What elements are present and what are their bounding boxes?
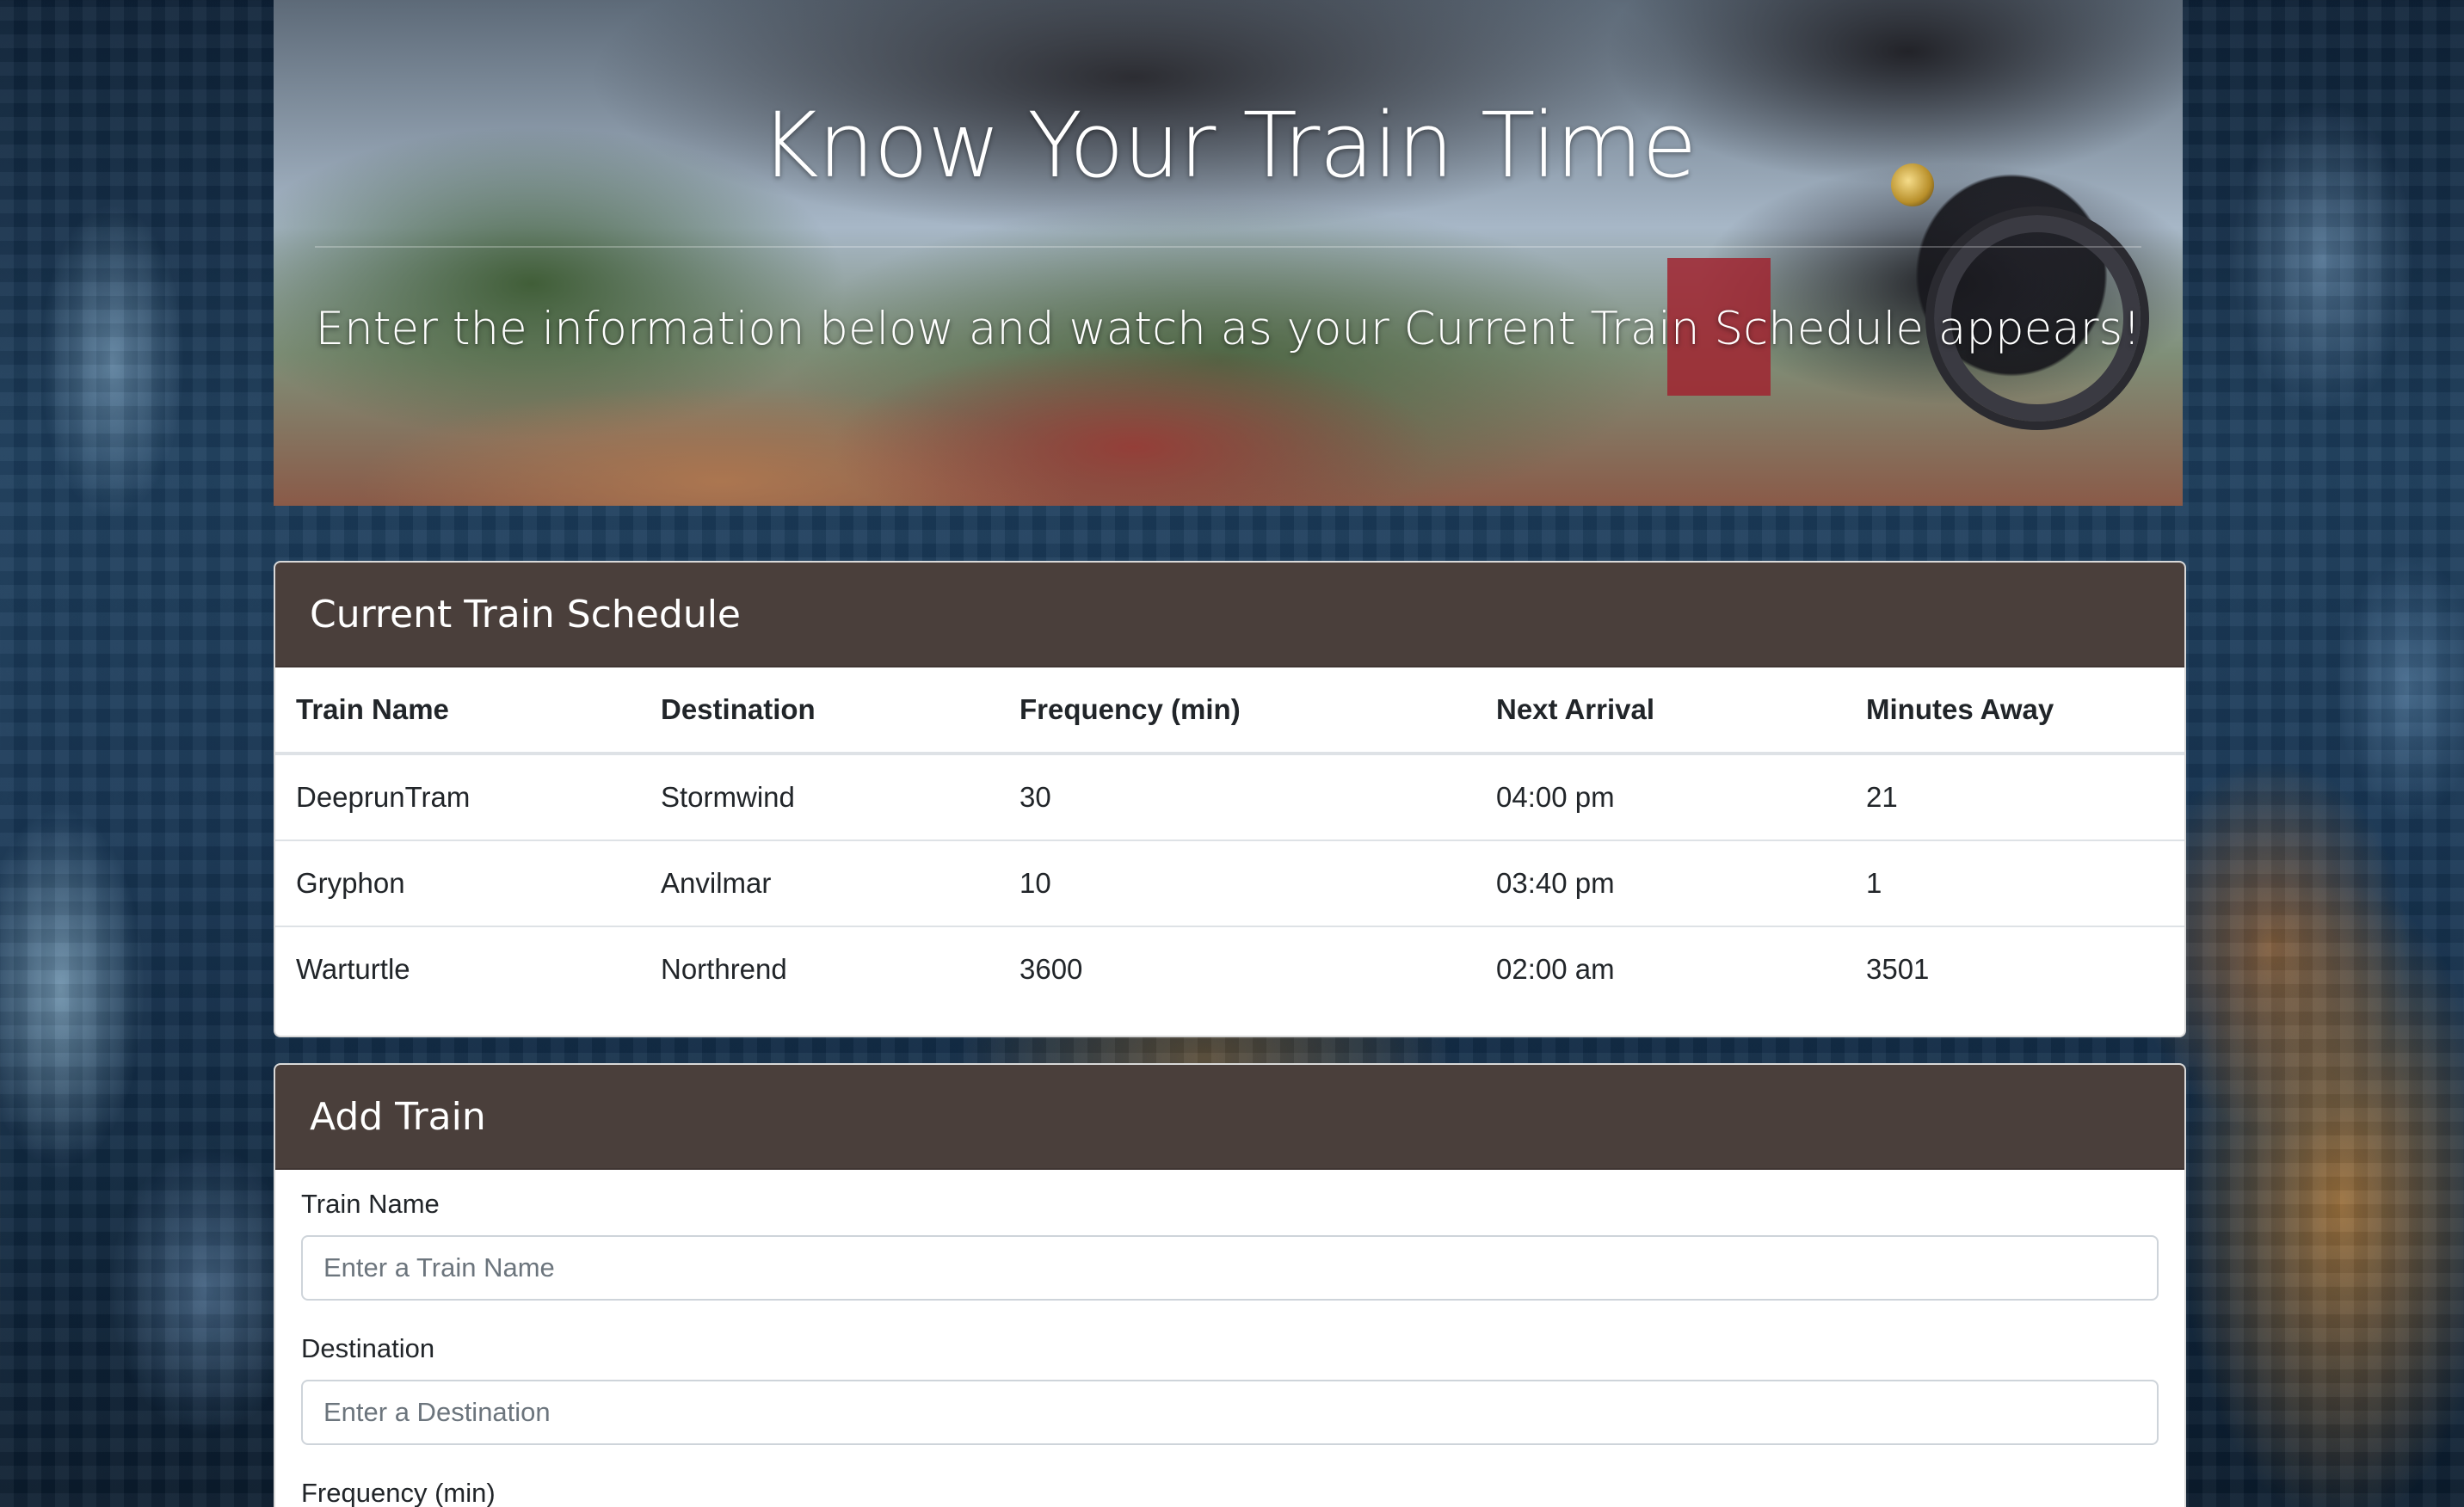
cell-frequency: 30 bbox=[999, 753, 1475, 840]
cell-minutes-away: 1 bbox=[1845, 840, 2184, 926]
cell-frequency: 10 bbox=[999, 840, 1475, 926]
cell-next-arrival: 02:00 am bbox=[1475, 926, 1845, 1012]
column-header-destination: Destination bbox=[640, 667, 999, 755]
cell-train-name: DeeprunTram bbox=[275, 753, 640, 840]
column-header-minutes-away: Minutes Away bbox=[1845, 667, 2184, 755]
destination-input[interactable] bbox=[301, 1380, 2159, 1445]
train-name-input[interactable] bbox=[301, 1235, 2159, 1301]
cell-minutes-away: 3501 bbox=[1845, 926, 2184, 1012]
cell-next-arrival: 04:00 pm bbox=[1475, 753, 1845, 840]
cell-next-arrival: 03:40 pm bbox=[1475, 840, 1845, 926]
cell-destination: Anvilmar bbox=[640, 840, 999, 926]
destination-label: Destination bbox=[301, 1333, 435, 1363]
table-row: Warturtle Northrend 3600 02:00 am 3501 bbox=[275, 926, 2184, 1012]
cell-train-name: Gryphon bbox=[275, 840, 640, 926]
table-row: Gryphon Anvilmar 10 03:40 pm 1 bbox=[275, 840, 2184, 926]
column-header-train-name: Train Name bbox=[275, 667, 640, 755]
table-row: DeeprunTram Stormwind 30 04:00 pm 21 bbox=[275, 753, 2184, 840]
column-header-frequency: Frequency (min) bbox=[999, 667, 1475, 755]
add-train-card: Add Train Train Name Destination Frequen… bbox=[274, 1063, 2186, 1507]
train-name-label: Train Name bbox=[301, 1189, 440, 1219]
frequency-label: Frequency (min) bbox=[301, 1478, 496, 1507]
schedule-card-header: Current Train Schedule bbox=[275, 563, 2184, 667]
table-header-row: Train Name Destination Frequency (min) N… bbox=[275, 667, 2184, 755]
hero-lead-text: Enter the information below and watch as… bbox=[315, 303, 2141, 355]
cell-minutes-away: 21 bbox=[1845, 753, 2184, 840]
cell-frequency: 3600 bbox=[999, 926, 1475, 1012]
page-title: Know Your Train Time bbox=[760, 93, 1697, 198]
schedule-card: Current Train Schedule Train Name Destin… bbox=[274, 561, 2186, 1037]
cell-destination: Northrend bbox=[640, 926, 999, 1012]
hero-divider bbox=[315, 246, 2141, 248]
add-train-card-header: Add Train bbox=[275, 1065, 2184, 1170]
cell-train-name: Warturtle bbox=[275, 926, 640, 1012]
main-container: Know Your Train Time Enter the informati… bbox=[274, 0, 2186, 1507]
jumbotron-hero: Know Your Train Time Enter the informati… bbox=[274, 0, 2183, 506]
column-header-next-arrival: Next Arrival bbox=[1475, 667, 1845, 755]
add-train-form: Train Name Destination Frequency (min) bbox=[275, 1170, 2184, 1507]
schedule-table: Train Name Destination Frequency (min) N… bbox=[275, 667, 2184, 1012]
cell-destination: Stormwind bbox=[640, 753, 999, 840]
